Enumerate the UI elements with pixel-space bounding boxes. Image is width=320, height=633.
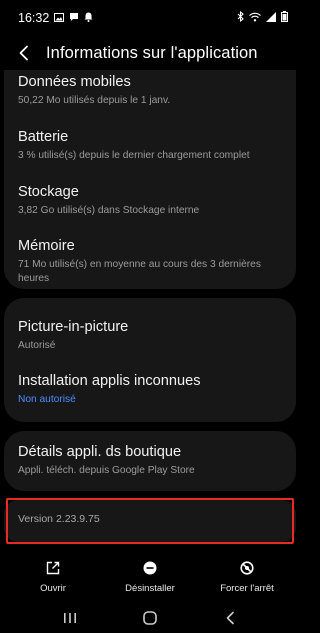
item-subtitle: 50,22 Mo utilisés depuis le 1 janv.	[18, 95, 171, 106]
action-label: Forcer l'arrêt	[220, 583, 274, 594]
item-title: Détails appli. ds boutique	[18, 444, 182, 460]
status-left: 16:32	[18, 11, 93, 25]
force-stop-icon	[239, 560, 255, 576]
chat-icon	[69, 11, 79, 25]
item-subtitle: 3 % utilisé(s) depuis le dernier chargem…	[18, 150, 250, 161]
item-title: Picture-in-picture	[18, 319, 129, 335]
status-right	[237, 10, 288, 25]
uninstall-icon	[142, 560, 158, 576]
store-details-item[interactable]: Détails appli. ds boutique Appli. téléch…	[18, 443, 282, 478]
home-icon[interactable]	[130, 605, 170, 631]
store-card: Détails appli. ds boutique Appli. téléch…	[4, 431, 296, 491]
version-card: Version 2.23.9.75	[4, 500, 296, 542]
bottom-actions: Ouvrir Désinstaller Forcer l'arrêt	[0, 552, 300, 602]
item-subtitle-line1: 71 Mo utilisé(s) en moyenne au cours des…	[18, 259, 261, 270]
item-subtitle: Appli. téléch. depuis Google Play Store	[18, 465, 195, 476]
app-header: Informations sur l'application	[0, 36, 300, 70]
status-time: 16:32	[18, 11, 50, 25]
item-title: Installation applis inconnues	[18, 373, 201, 389]
item-title: Stockage	[18, 184, 79, 200]
storage-item[interactable]: Stockage 3,82 Go utilisé(s) dans Stockag…	[18, 183, 282, 218]
picture-in-picture-item[interactable]: Picture-in-picture Autorisé	[18, 318, 282, 353]
navigation-bar	[0, 602, 300, 633]
item-subtitle: 3,82 Go utilisé(s) dans Stockage interne	[18, 205, 200, 216]
recent-apps-icon[interactable]	[50, 605, 90, 631]
item-title: Batterie	[18, 129, 69, 145]
settings-content[interactable]: Données mobiles 50,22 Mo utilisés depuis…	[0, 70, 300, 552]
action-label: Ouvrir	[40, 583, 66, 594]
usage-card: Données mobiles 50,22 Mo utilisés depuis…	[4, 70, 296, 289]
item-title: Mémoire	[18, 238, 75, 254]
item-subtitle-line2: heures	[18, 273, 50, 284]
gallery-icon	[54, 11, 65, 25]
action-label: Désinstaller	[125, 583, 175, 594]
open-external-icon	[45, 560, 61, 576]
open-button[interactable]: Ouvrir	[8, 552, 98, 602]
app-info-screen: 16:32 Informations sur l'application Don…	[0, 0, 300, 633]
notification-bell-icon	[84, 11, 93, 25]
page-title: Informations sur l'application	[46, 43, 258, 62]
version-text: Version 2.23.9.75	[18, 513, 100, 525]
wifi-icon	[249, 11, 261, 25]
battery-icon	[281, 11, 288, 25]
item-title: Données mobiles	[18, 74, 131, 90]
nav-back-icon[interactable]	[210, 605, 250, 631]
install-unknown-apps-item[interactable]: Installation applis inconnues Non autori…	[18, 372, 282, 407]
item-subtitle: Non autorisé	[18, 394, 76, 405]
force-stop-button[interactable]: Forcer l'arrêt	[202, 552, 292, 602]
permissions-card: Picture-in-picture Autorisé Installation…	[4, 298, 296, 422]
mobile-data-item[interactable]: Données mobiles 50,22 Mo utilisés depuis…	[18, 73, 282, 108]
status-bar: 16:32	[0, 0, 300, 36]
bluetooth-icon	[237, 10, 244, 25]
memory-item[interactable]: Mémoire 71 Mo utilisé(s) en moyenne au c…	[18, 237, 282, 286]
uninstall-button[interactable]: Désinstaller	[105, 552, 195, 602]
item-subtitle: Autorisé	[18, 340, 56, 351]
back-arrow-icon[interactable]	[12, 41, 36, 65]
battery-item[interactable]: Batterie 3 % utilisé(s) depuis le dernie…	[18, 128, 282, 163]
signal-icon	[266, 11, 276, 25]
